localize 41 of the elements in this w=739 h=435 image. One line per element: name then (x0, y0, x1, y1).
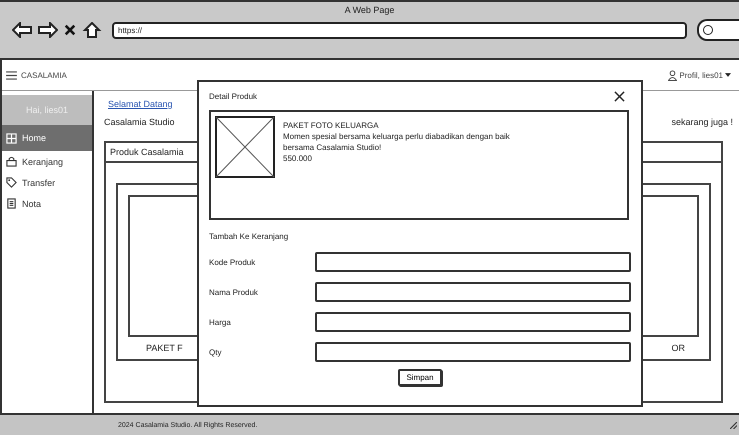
close-icon[interactable] (64, 24, 76, 36)
brand-name: CASALAMIA (21, 70, 67, 80)
shopping-bag-icon (6, 156, 17, 167)
field-label: Kode Produk (209, 258, 256, 266)
back-icon[interactable] (12, 22, 32, 38)
product-price: 550.000 (283, 153, 313, 164)
field-label: Nama Produk (209, 288, 259, 296)
field-label: Qty (209, 348, 222, 356)
caret-icon (725, 73, 731, 77)
input-field[interactable] (315, 312, 631, 332)
search-field[interactable] (697, 19, 739, 41)
dialog-title: Detail Produk (209, 92, 258, 100)
input-field[interactable] (315, 342, 631, 362)
grid-icon (6, 132, 17, 144)
forward-icon[interactable] (38, 22, 58, 38)
close-icon[interactable] (614, 90, 625, 102)
field-label: Harga (209, 318, 232, 326)
input-field[interactable] (315, 282, 631, 302)
intro-text: Casalamia Studio (104, 117, 175, 127)
home-icon[interactable] (82, 22, 102, 38)
welcome-link[interactable]: Selamat Datang (108, 99, 173, 109)
section-title: Tambah Ke Keranjang (209, 232, 290, 241)
image-placeholder-icon (215, 116, 275, 178)
document-icon (6, 198, 17, 209)
product-name: PAKET FOTO KELUARGA (283, 120, 380, 131)
sidebar-item[interactable]: Nota (2, 193, 92, 214)
user-icon (668, 70, 678, 80)
window-title: A Web Page (344, 4, 396, 17)
product-description: Momen spesial bersama keluarga perlu diabadikan dengan baik bersama Casalamia Studio! (283, 131, 511, 153)
sidebar-item[interactable]: Transfer (2, 172, 92, 193)
input-field[interactable] (315, 252, 631, 272)
tag-icon (6, 177, 17, 188)
address-field[interactable]: https:// (112, 22, 687, 38)
menu-icon[interactable] (6, 70, 17, 80)
profile-menu[interactable]: Profil, lies01 (668, 70, 731, 80)
sidebar-item[interactable]: Home (2, 125, 92, 151)
save-button[interactable]: Simpan (398, 369, 442, 386)
resize-grip-icon[interactable] (730, 422, 737, 428)
sidebar-item[interactable]: Keranjang (2, 151, 92, 172)
intro-text-end: sekarang juga ! (671, 117, 733, 127)
panel-title: Produk Casalamia (110, 147, 184, 157)
